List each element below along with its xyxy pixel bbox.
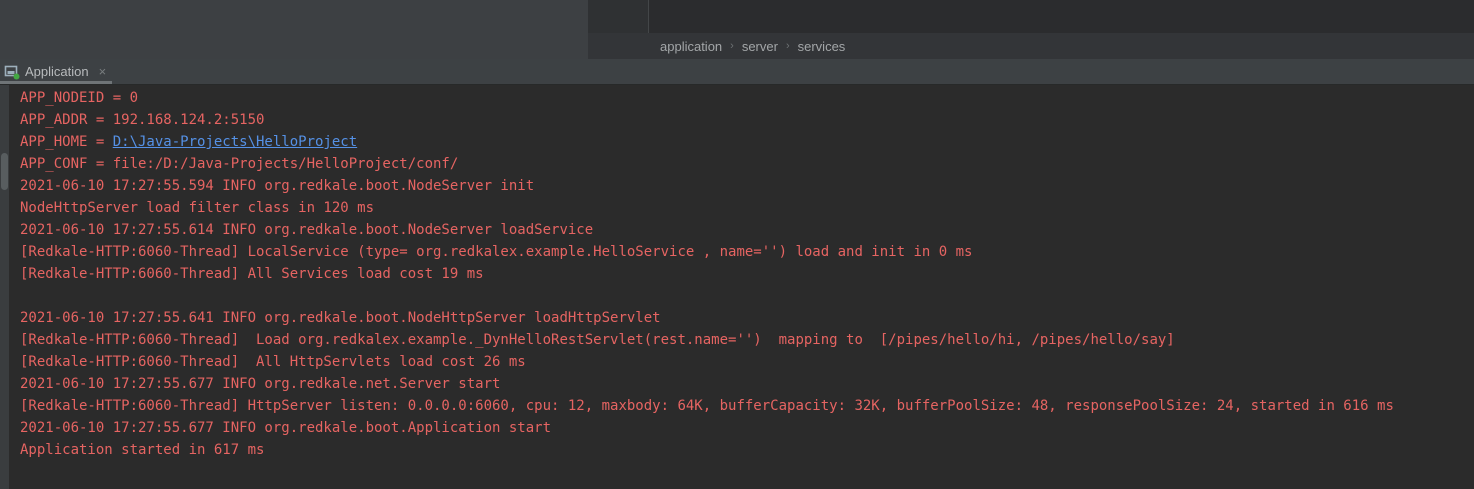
log-text: 2021-06-10 17:27:55.594 INFO org.redkale… (20, 178, 534, 194)
log-text: 2021-06-10 17:27:55.677 INFO org.redkale… (20, 420, 551, 436)
log-line: APP_NODEID = 0 (20, 87, 1394, 109)
editor-area (588, 0, 1474, 33)
log-line: 2021-06-10 17:27:55.677 INFO org.redkale… (20, 373, 1394, 395)
console-log: APP_NODEID = 0 APP_ADDR = 192.168.124.2:5… (20, 87, 1394, 461)
log-line: [Redkale-HTTP:6060-Thread] All Services … (20, 263, 1394, 285)
log-line: 2021-06-10 17:27:55.641 INFO org.redkale… (20, 307, 1394, 329)
log-line: 2021-06-10 17:27:55.594 INFO org.redkale… (20, 175, 1394, 197)
console-run-icon (4, 64, 20, 80)
log-line: Application started in 617 ms (20, 439, 1394, 461)
log-line: [Redkale-HTTP:6060-Thread] Load org.redk… (20, 329, 1394, 351)
log-line: APP_HOME = D:\Java-Projects\HelloProject (20, 131, 1394, 153)
log-text: APP_ADDR = 192.168.124.2:5150 (20, 112, 264, 128)
log-line: APP_ADDR = 192.168.124.2:5150 (20, 109, 1394, 131)
log-text: [Redkale-HTTP:6060-Thread] HttpServer li… (20, 398, 1394, 414)
log-text: [Redkale-HTTP:6060-Thread] All HttpServl… (20, 354, 526, 370)
editor-divider (648, 0, 649, 33)
console-output[interactable]: APP_NODEID = 0 APP_ADDR = 192.168.124.2:5… (0, 85, 1474, 489)
editor-left-panel (0, 0, 588, 59)
console-left-scrollbar[interactable] (0, 85, 9, 489)
tab-label: Application (25, 64, 89, 79)
close-icon[interactable]: × (99, 65, 107, 78)
selected-tab-indicator (0, 81, 112, 84)
breadcrumb-separator-icon: › (786, 40, 790, 52)
log-text: NodeHttpServer load filter class in 120 … (20, 200, 374, 216)
log-line: NodeHttpServer load filter class in 120 … (20, 197, 1394, 219)
log-text: APP_CONF = file:/D:/Java-Projects/HelloP… (20, 156, 458, 172)
breadcrumb-item-services[interactable]: services (798, 39, 846, 54)
log-line: [Redkale-HTTP:6060-Thread] HttpServer li… (20, 395, 1394, 417)
file-link[interactable]: D:\Java-Projects\HelloProject (113, 134, 357, 150)
log-line: [Redkale-HTTP:6060-Thread] All HttpServl… (20, 351, 1394, 373)
log-text: 2021-06-10 17:27:55.641 INFO org.redkale… (20, 310, 661, 326)
scrollbar-thumb[interactable] (1, 153, 8, 190)
ide-window: application › server › services Application … (0, 0, 1474, 489)
log-line: 2021-06-10 17:27:55.677 INFO org.redkale… (20, 417, 1394, 439)
breadcrumb-separator-icon: › (730, 40, 734, 52)
log-line: [Redkale-HTTP:6060-Thread] LocalService … (20, 241, 1394, 263)
log-line (20, 285, 1394, 307)
log-line: APP_CONF = file:/D:/Java-Projects/HelloP… (20, 153, 1394, 175)
breadcrumb-item-application[interactable]: application (660, 39, 722, 54)
breadcrumb-item-server[interactable]: server (742, 39, 778, 54)
log-text: 2021-06-10 17:27:55.614 INFO org.redkale… (20, 222, 593, 238)
log-text: 2021-06-10 17:27:55.677 INFO org.redkale… (20, 376, 500, 392)
breadcrumb: application › server › services (588, 33, 1474, 59)
log-line: 2021-06-10 17:27:55.614 INFO org.redkale… (20, 219, 1394, 241)
log-text: APP_NODEID = 0 (20, 90, 138, 106)
log-text: [Redkale-HTTP:6060-Thread] All Services … (20, 266, 484, 282)
console-tab-bar: Application × (0, 59, 1474, 85)
log-text: APP_HOME = (20, 134, 113, 150)
log-text: Application started in 617 ms (20, 442, 264, 458)
log-text: [Redkale-HTTP:6060-Thread] LocalService … (20, 244, 972, 260)
log-text: [Redkale-HTTP:6060-Thread] Load org.redk… (20, 332, 1175, 348)
editor-gutter-strip (588, 0, 648, 33)
